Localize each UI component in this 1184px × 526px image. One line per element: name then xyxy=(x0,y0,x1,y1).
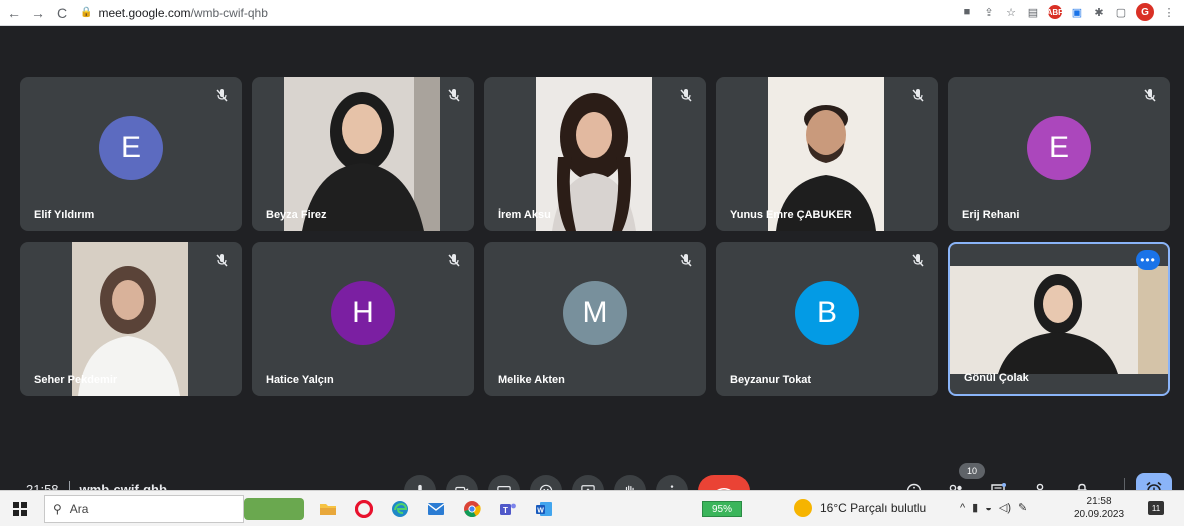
participant-video xyxy=(284,77,440,231)
forward-arrow-icon[interactable]: → xyxy=(28,3,48,23)
search-placeholder: Ara xyxy=(69,501,89,516)
mic-off-icon xyxy=(448,89,460,102)
svg-text:T: T xyxy=(503,506,508,515)
mic-off-icon xyxy=(216,254,228,267)
edge-icon[interactable] xyxy=(388,498,412,520)
participant-name: Erij Rehani xyxy=(962,209,1020,221)
file-explorer-icon[interactable] xyxy=(316,498,340,520)
participant-tile[interactable]: B Beyzanur Tokat xyxy=(716,242,938,396)
participant-video xyxy=(72,242,188,396)
avatar: B xyxy=(795,281,859,345)
taskbar-search[interactable]: ⚲ Ara xyxy=(44,494,244,523)
weather-text: 16°C Parçalı bulutlu xyxy=(820,501,927,515)
volume-icon[interactable]: ◁) xyxy=(999,501,1011,514)
participant-tile[interactable]: Yunus Emre ÇABUKER xyxy=(716,77,938,231)
avatar: E xyxy=(99,116,163,180)
pen-icon[interactable]: ✎ xyxy=(1018,501,1027,514)
system-tray: ^ ▮ ◒ ◁) ✎ xyxy=(960,501,1027,515)
participant-name: Yunus Emre ÇABUKER xyxy=(730,209,852,221)
windows-taskbar: ⚲ Ara T W 95% 16°C Parçalı bulutlu ^ ▮ ◒… xyxy=(0,490,1184,526)
opera-icon[interactable] xyxy=(352,498,376,520)
participant-tile[interactable]: E Elif Yıldırım xyxy=(20,77,242,231)
meeting-stage: E Elif Yıldırım Beyza Firez İrem Aksu Yu… xyxy=(0,26,1184,507)
chrome-icon[interactable] xyxy=(460,498,484,520)
chevron-up-icon[interactable]: ^ xyxy=(960,502,965,514)
participant-name: Seher Pekdemir xyxy=(34,374,118,386)
participant-name: Beyza Firez xyxy=(266,209,327,221)
participant-name: Beyzanur Tokat xyxy=(730,374,812,386)
weather-sun-icon xyxy=(794,499,812,517)
lock-icon: 🔒 xyxy=(80,7,93,18)
mail-icon[interactable] xyxy=(424,498,448,520)
mic-off-icon xyxy=(680,89,692,102)
avatar: M xyxy=(563,281,627,345)
browser-toolbar: ← → C 🔒 meet.google.com/wmb-cwif-qhb ■ ⇪… xyxy=(0,0,1184,26)
participant-tile[interactable]: M Melike Akten xyxy=(484,242,706,396)
word-icon[interactable]: W xyxy=(532,498,556,520)
participant-video xyxy=(950,266,1168,374)
participant-video xyxy=(536,77,652,231)
participant-name: Hatice Yalçın xyxy=(266,374,334,386)
more-options-button[interactable]: ••• xyxy=(1136,250,1160,270)
address-bar[interactable]: 🔒 meet.google.com/wmb-cwif-qhb xyxy=(80,3,268,23)
windows-start-button[interactable] xyxy=(0,491,40,526)
wifi-icon[interactable]: ◒ xyxy=(985,502,992,514)
screen-extension-icon[interactable]: ▣ xyxy=(1070,5,1084,19)
taskbar-widget-image[interactable] xyxy=(244,498,304,520)
mic-off-icon xyxy=(1144,89,1156,102)
back-arrow-icon[interactable]: ← xyxy=(4,3,24,23)
avatar: H xyxy=(331,281,395,345)
mic-off-icon xyxy=(216,89,228,102)
battery-indicator[interactable]: 95% xyxy=(702,501,742,517)
svg-text:W: W xyxy=(537,508,544,515)
taskbar-apps: T W xyxy=(244,491,556,526)
reader-icon[interactable]: ▤ xyxy=(1026,5,1040,19)
participant-tile[interactable]: E Erij Rehani xyxy=(948,77,1170,231)
participant-tile[interactable]: H Hatice Yalçın xyxy=(252,242,474,396)
participant-name: Gönül Çolak xyxy=(964,372,1029,384)
notification-center-button[interactable]: 11 xyxy=(1148,501,1164,515)
profile-avatar[interactable]: G xyxy=(1136,3,1154,21)
teams-icon[interactable]: T xyxy=(496,498,520,520)
menu-kebab-icon[interactable]: ⋮ xyxy=(1162,5,1176,19)
reload-icon[interactable]: C xyxy=(52,3,72,23)
side-panel-icon[interactable]: ▢ xyxy=(1114,5,1128,19)
participant-tile[interactable]: İrem Aksu xyxy=(484,77,706,231)
participant-tile[interactable]: Beyza Firez xyxy=(252,77,474,231)
mic-off-icon xyxy=(912,89,924,102)
clock-time: 21:58 xyxy=(1086,496,1112,507)
windows-logo-icon xyxy=(13,501,27,516)
search-icon: ⚲ xyxy=(53,501,62,516)
mic-off-icon xyxy=(680,254,692,267)
adblock-icon[interactable]: ABP xyxy=(1047,5,1063,19)
share-icon[interactable]: ⇪ xyxy=(982,5,996,19)
participant-name: Melike Akten xyxy=(498,374,565,386)
weather-widget[interactable]: 16°C Parçalı bulutlu xyxy=(794,499,926,517)
mic-off-icon xyxy=(912,254,924,267)
url-path: /wmb-cwif-qhb xyxy=(190,5,268,20)
extensions-puzzle-icon[interactable]: ✱ xyxy=(1092,5,1106,19)
participant-tile[interactable]: Seher Pekdemir xyxy=(20,242,242,396)
extension-bar: ■ ⇪ ☆ ▤ ABP ▣ ✱ ▢ G ⋮ xyxy=(960,3,1176,21)
clock-date: 20.09.2023 xyxy=(1074,509,1125,520)
participant-video xyxy=(768,77,884,231)
system-clock[interactable]: 21:58 20.09.2023 xyxy=(1074,495,1124,521)
camera-icon[interactable]: ■ xyxy=(960,5,974,19)
participant-tile-self[interactable]: ••• Gönül Çolak xyxy=(948,242,1170,396)
url-domain: meet.google.com xyxy=(98,5,191,20)
mic-off-icon xyxy=(448,254,460,267)
avatar: E xyxy=(1027,116,1091,180)
bookmark-star-icon[interactable]: ☆ xyxy=(1004,5,1018,19)
usb-icon[interactable]: ▮ xyxy=(972,501,978,514)
participant-name: Elif Yıldırım xyxy=(34,209,95,221)
participant-name: İrem Aksu xyxy=(498,209,551,221)
